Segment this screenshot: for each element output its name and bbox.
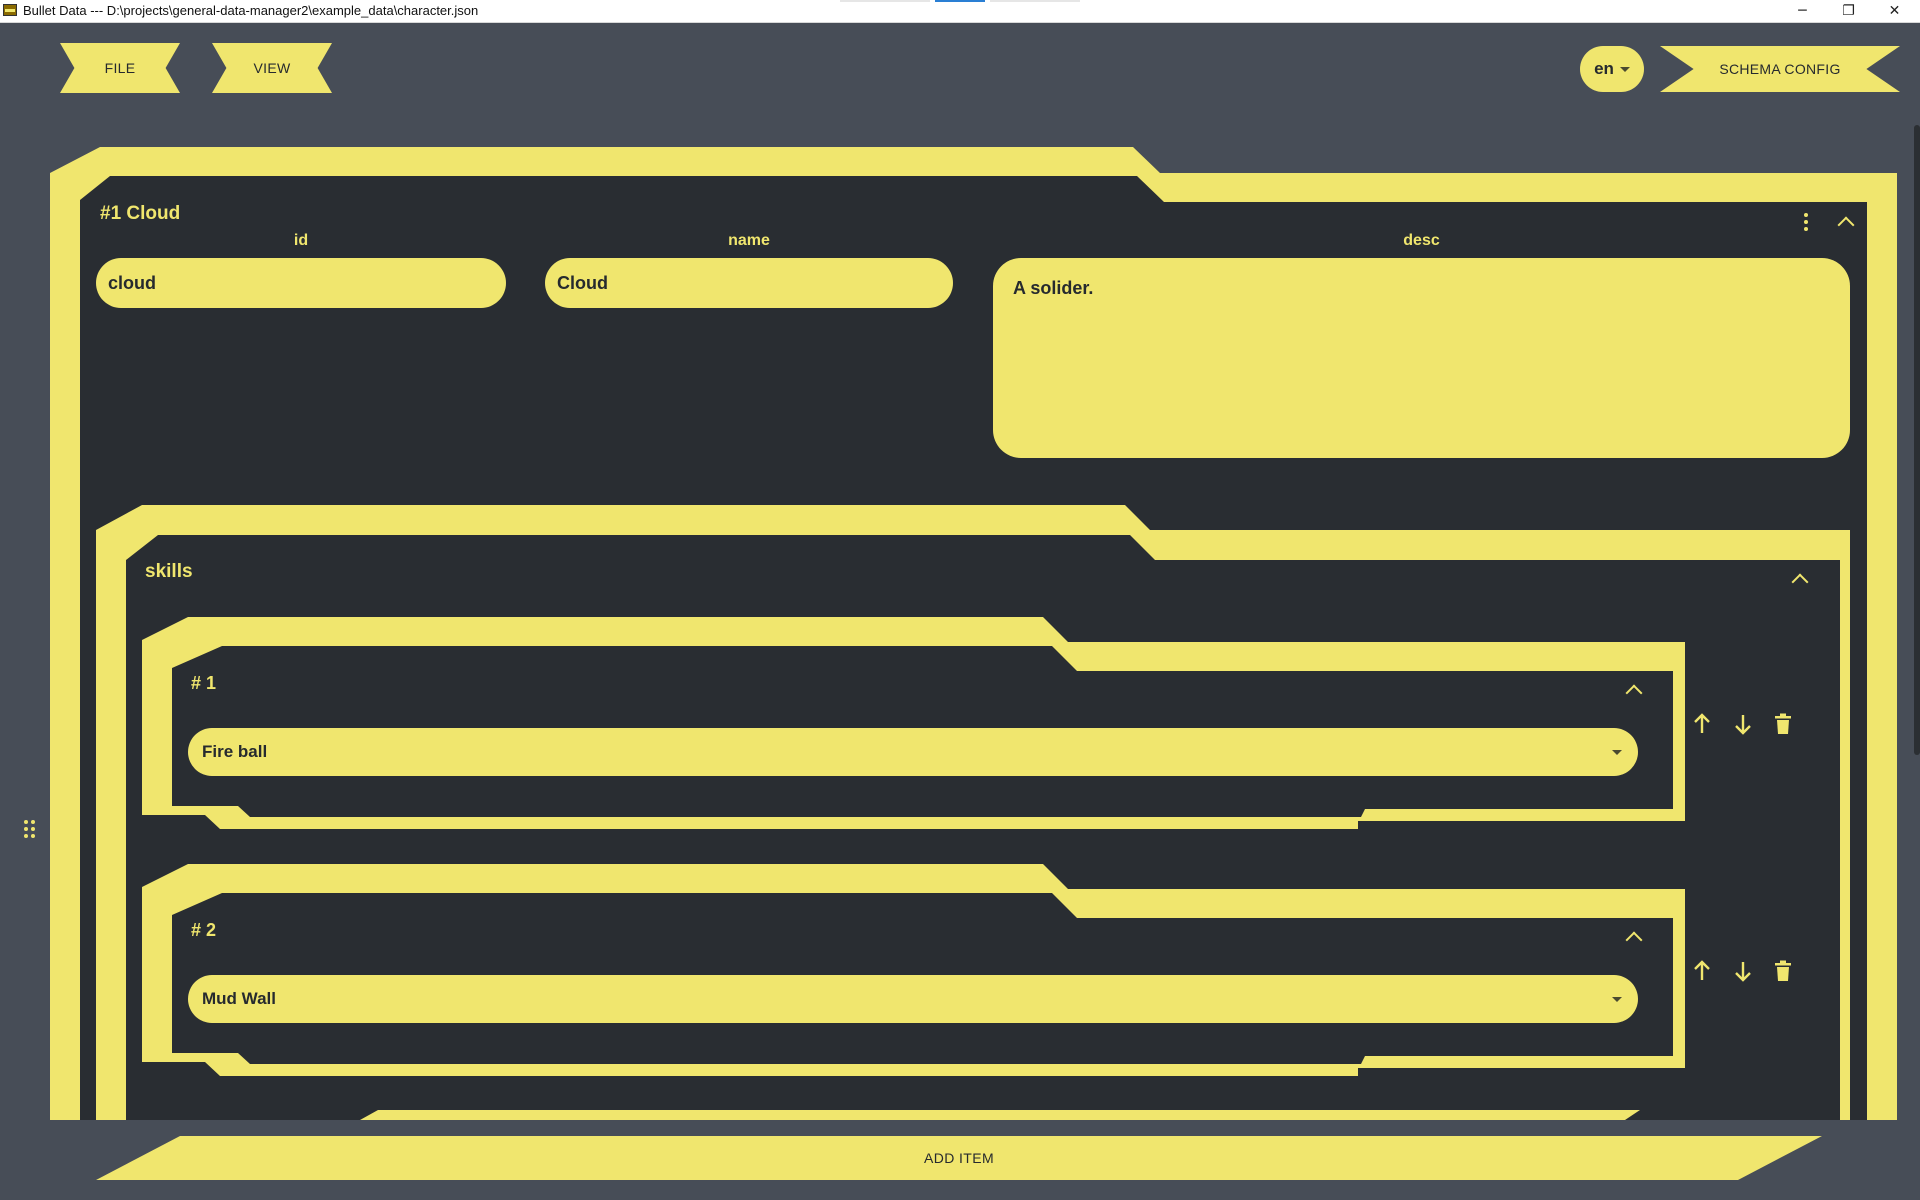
- chevron-up-icon[interactable]: [1624, 680, 1644, 702]
- chevron-up-icon[interactable]: [1790, 569, 1810, 591]
- arrow-up-icon[interactable]: [1692, 960, 1712, 982]
- skill-select[interactable]: Fire ball: [188, 728, 1638, 776]
- trash-icon[interactable]: [1774, 960, 1792, 982]
- dropdown-caret-icon: [1612, 750, 1622, 755]
- name-field[interactable]: Cloud: [545, 258, 953, 308]
- skill-select-value: Mud Wall: [202, 989, 276, 1008]
- trash-icon[interactable]: [1774, 713, 1792, 735]
- skill-item-title: # 1: [191, 673, 217, 693]
- drag-handle-icon[interactable]: [22, 818, 36, 840]
- dropdown-caret-icon: [1612, 997, 1622, 1002]
- name-field-label: name: [728, 232, 770, 249]
- skills-title: skills: [145, 561, 193, 582]
- add-item-button[interactable]: ADD ITEM: [96, 1136, 1822, 1180]
- add-item-label: ADD ITEM: [923, 1150, 995, 1166]
- scrollbar[interactable]: [1914, 125, 1920, 755]
- arrow-up-icon[interactable]: [1692, 713, 1712, 735]
- id-field-label: id: [293, 232, 309, 249]
- chevron-up-icon[interactable]: [1624, 927, 1644, 949]
- arrow-down-icon[interactable]: [1733, 960, 1753, 982]
- record-title: #1 Cloud: [100, 203, 181, 224]
- skill-item-frame-partial: [360, 1110, 1640, 1120]
- arrow-down-icon[interactable]: [1733, 713, 1753, 735]
- id-field[interactable]: cloud: [96, 258, 506, 308]
- skill-select-value: Fire ball: [202, 742, 268, 761]
- desc-field-label: desc: [1403, 232, 1440, 249]
- desc-field[interactable]: A solider.: [993, 258, 1850, 458]
- chevron-up-icon[interactable]: [1836, 212, 1856, 234]
- skill-select[interactable]: Mud Wall: [188, 975, 1638, 1023]
- skill-item-title: # 2: [191, 920, 217, 940]
- more-vert-icon[interactable]: [1796, 212, 1816, 232]
